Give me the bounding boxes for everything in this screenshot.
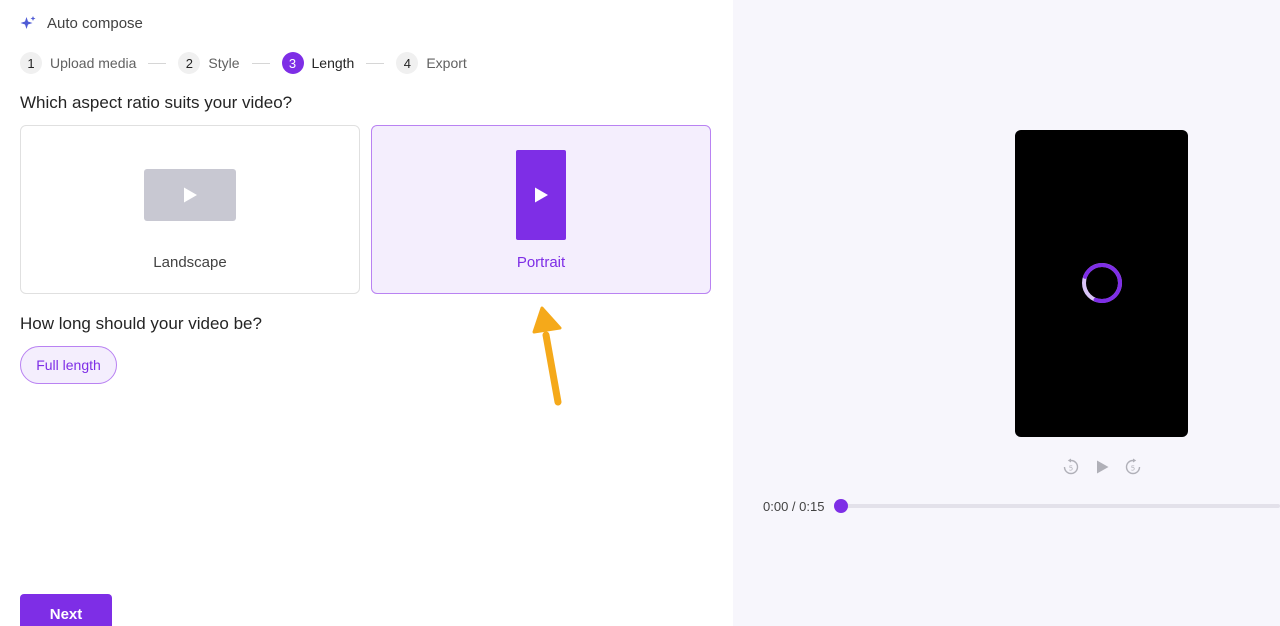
app-title-text: Auto compose <box>47 14 143 32</box>
seek-bar-track[interactable] <box>841 504 1280 508</box>
stepper: 1 Upload media 2 Style 3 Length 4 Export <box>20 51 467 75</box>
step-length[interactable]: 3 Length <box>281 52 355 74</box>
play-icon <box>535 187 548 203</box>
step-upload-media[interactable]: 1 Upload media <box>20 52 136 74</box>
landscape-option-card[interactable]: Landscape <box>20 125 360 294</box>
aspect-ratio-question: Which aspect ratio suits your video? <box>20 93 293 112</box>
annotation-arrow-icon <box>532 306 562 406</box>
step-label: Length <box>311 55 355 71</box>
video-length-question: How long should your video be? <box>20 314 262 333</box>
play-icon <box>184 187 197 203</box>
rewind-5-icon: 5 <box>1063 458 1079 475</box>
step-label: Export <box>426 55 467 71</box>
step-number: 1 <box>20 52 42 74</box>
svg-text:5: 5 <box>1069 465 1073 473</box>
step-separator <box>251 62 270 64</box>
seek-bar-thumb[interactable] <box>834 499 848 513</box>
step-style[interactable]: 2 Style <box>178 52 240 74</box>
step-label: Upload media <box>50 55 137 71</box>
step-export[interactable]: 4 Export <box>396 52 467 74</box>
playback-controls: 5 5 <box>1060 456 1144 478</box>
loading-spinner-icon <box>1082 263 1122 303</box>
step-number: 2 <box>178 52 201 74</box>
time-readout: 0:00 / 0:15 <box>763 499 825 514</box>
step-number: 4 <box>396 52 419 74</box>
step-separator <box>366 62 385 64</box>
sparkle-icon <box>20 15 36 29</box>
landscape-label: Landscape <box>153 254 227 271</box>
forward-5-icon: 5 <box>1125 458 1141 475</box>
next-button[interactable]: Next <box>20 594 112 626</box>
rewind-5-button[interactable]: 5 <box>1060 456 1082 478</box>
step-separator <box>148 62 167 64</box>
step-number: 3 <box>281 52 304 74</box>
left-panel: Auto compose 1 Upload media 2 Style 3 Le… <box>0 0 733 626</box>
landscape-thumbnail <box>144 169 236 221</box>
step-label: Style <box>208 55 240 71</box>
portrait-label: Portrait <box>516 254 566 271</box>
preview-panel: 5 5 0:00 / 0:15 <box>733 0 1280 626</box>
forward-5-button[interactable]: 5 <box>1122 456 1144 478</box>
app-title: Auto compose <box>20 13 143 33</box>
full-length-option[interactable]: Full length <box>20 346 117 384</box>
portrait-option-card[interactable]: Portrait <box>371 125 711 294</box>
portrait-thumbnail <box>516 150 566 240</box>
video-preview[interactable] <box>1015 130 1188 437</box>
svg-text:5: 5 <box>1131 465 1135 473</box>
play-icon <box>1097 460 1109 474</box>
play-button[interactable] <box>1091 456 1113 478</box>
